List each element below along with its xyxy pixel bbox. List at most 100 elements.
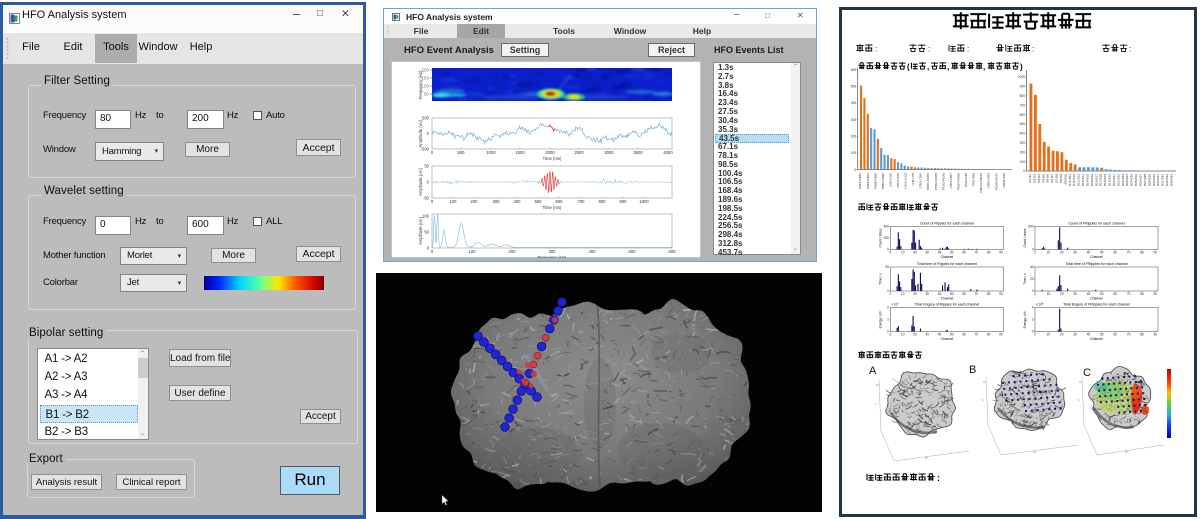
svg-text:30: 30 bbox=[1073, 251, 1077, 255]
svg-text:B21-B22: B21-B22 bbox=[1116, 174, 1120, 186]
svg-text:10: 10 bbox=[901, 292, 905, 296]
svg-text:500: 500 bbox=[458, 150, 466, 155]
svg-text:1000: 1000 bbox=[1018, 75, 1025, 79]
svg-text:P3B1-P3B2: P3B1-P3B2 bbox=[858, 173, 862, 189]
svg-text:B24-B25: B24-B25 bbox=[1130, 174, 1134, 186]
svg-text:10: 10 bbox=[901, 251, 905, 255]
svg-text:200: 200 bbox=[851, 135, 857, 139]
svg-text:700: 700 bbox=[1020, 103, 1026, 107]
svg-text:10: 10 bbox=[901, 333, 905, 337]
svg-text:300: 300 bbox=[1020, 141, 1026, 145]
svg-text:20: 20 bbox=[1060, 292, 1064, 296]
svg-text:B25-B26: B25-B26 bbox=[1134, 174, 1138, 186]
svg-text:10: 10 bbox=[1047, 251, 1051, 255]
svg-text:600: 600 bbox=[556, 199, 564, 204]
svg-text:PCA2-PCA3: PCA2-PCA3 bbox=[941, 173, 945, 190]
svg-text:0: 0 bbox=[1032, 289, 1034, 293]
svg-text:300: 300 bbox=[851, 118, 857, 122]
svg-text:40: 40 bbox=[1030, 265, 1034, 269]
svg-text:B3-B4: B3-B4 bbox=[1037, 174, 1041, 183]
svg-text:50: 50 bbox=[1125, 451, 1128, 454]
svg-text:B9-B10: B9-B10 bbox=[1063, 174, 1067, 185]
svg-text:B15-B16: B15-B16 bbox=[1090, 174, 1094, 186]
svg-text:50: 50 bbox=[1100, 292, 1104, 296]
svg-text:LH10-LH13: LH10-LH13 bbox=[904, 173, 908, 189]
svg-text:80: 80 bbox=[1140, 251, 1144, 255]
svg-text:50: 50 bbox=[1100, 251, 1104, 255]
svg-text:70: 70 bbox=[975, 333, 979, 337]
svg-text:300: 300 bbox=[549, 249, 557, 254]
svg-text:Frequency (Hz): Frequency (Hz) bbox=[538, 255, 567, 258]
svg-text:40: 40 bbox=[938, 251, 942, 255]
svg-text:20: 20 bbox=[1030, 277, 1034, 281]
svg-text:60: 60 bbox=[962, 251, 966, 255]
svg-text:P3B13-P3B14: P3B13-P3B14 bbox=[979, 173, 983, 193]
svg-text:70: 70 bbox=[1127, 292, 1131, 296]
svg-text:P5B1-P5B2: P5B1-P5B2 bbox=[881, 173, 885, 189]
svg-text:1000: 1000 bbox=[639, 199, 649, 204]
svg-text:LH5-LH10: LH5-LH10 bbox=[888, 173, 892, 187]
svg-text:Amplitude (uV): Amplitude (uV) bbox=[418, 217, 423, 245]
svg-text:50: 50 bbox=[424, 230, 429, 235]
svg-text:B33-B34: B33-B34 bbox=[1169, 174, 1173, 186]
svg-text:60: 60 bbox=[962, 333, 966, 337]
svg-text:600: 600 bbox=[669, 249, 677, 254]
svg-text:30: 30 bbox=[1073, 292, 1077, 296]
svg-text::: : bbox=[937, 473, 940, 483]
svg-text:0: 0 bbox=[887, 248, 889, 252]
svg-text:Time (ms): Time (ms) bbox=[543, 205, 562, 210]
svg-text:Count of FRipples for each cha: Count of FRipples for each channel bbox=[1068, 221, 1125, 225]
svg-text:0: 0 bbox=[1034, 333, 1036, 337]
svg-text:800: 800 bbox=[1020, 94, 1026, 98]
svg-text:80: 80 bbox=[1140, 333, 1144, 337]
svg-text:20: 20 bbox=[913, 251, 917, 255]
svg-text:2: 2 bbox=[1032, 318, 1034, 322]
svg-text:70: 70 bbox=[975, 251, 979, 255]
svg-text:400: 400 bbox=[884, 225, 890, 229]
svg-text:x 106: x 106 bbox=[1036, 302, 1044, 306]
svg-text:Time / s: Time / s bbox=[1023, 273, 1027, 285]
svg-text:2000: 2000 bbox=[545, 150, 555, 155]
svg-text:Frequency (Hz): Frequency (Hz) bbox=[418, 70, 423, 99]
svg-text:50: 50 bbox=[950, 292, 954, 296]
svg-text:70: 70 bbox=[1127, 333, 1131, 337]
svg-text:1000: 1000 bbox=[486, 150, 496, 155]
svg-text:800: 800 bbox=[599, 199, 607, 204]
svg-text:0: 0 bbox=[982, 399, 984, 402]
svg-text:B7-B8: B7-B8 bbox=[1055, 174, 1059, 183]
svg-text:2500: 2500 bbox=[574, 150, 584, 155]
svg-text:Total time of FRipples for eac: Total time of FRipples for each channel bbox=[1065, 262, 1127, 266]
svg-text:100: 100 bbox=[851, 151, 857, 155]
svg-text:Total Engery of Ripples for ea: Total Engery of Ripples for each channel bbox=[915, 302, 980, 306]
svg-text:B: B bbox=[969, 364, 976, 376]
svg-text:PCA8-PCA7: PCA8-PCA7 bbox=[994, 173, 998, 190]
svg-text:,: , bbox=[947, 63, 949, 72]
svg-text:B2-B3: B2-B3 bbox=[1032, 174, 1036, 183]
svg-text:100: 100 bbox=[422, 214, 430, 219]
svg-text:LTB3-LTB7: LTB3-LTB7 bbox=[949, 173, 953, 189]
svg-text:4000: 4000 bbox=[663, 150, 673, 155]
svg-text:2: 2 bbox=[887, 306, 889, 310]
svg-text:PCB2-PCB3: PCB2-PCB3 bbox=[934, 173, 938, 190]
svg-text:Channel: Channel bbox=[1090, 337, 1103, 341]
svg-text:20: 20 bbox=[1060, 251, 1064, 255]
svg-text:300: 300 bbox=[493, 199, 501, 204]
svg-text:90: 90 bbox=[1154, 251, 1158, 255]
svg-text:40: 40 bbox=[1087, 333, 1091, 337]
svg-text:200: 200 bbox=[471, 199, 479, 204]
svg-text:1500: 1500 bbox=[515, 150, 525, 155]
svg-text:500: 500 bbox=[422, 116, 430, 121]
svg-text:200: 200 bbox=[884, 236, 890, 240]
svg-text:B19-B20: B19-B20 bbox=[1108, 174, 1112, 186]
svg-text::: : bbox=[1032, 45, 1034, 54]
svg-text:0: 0 bbox=[875, 403, 877, 406]
svg-text:90: 90 bbox=[999, 292, 1003, 296]
svg-text:LTA14-TA3: LTA14-TA3 bbox=[896, 173, 900, 188]
svg-text:100: 100 bbox=[1020, 160, 1026, 164]
svg-text:PCB1-PCB4: PCB1-PCB4 bbox=[926, 173, 930, 190]
svg-text::: : bbox=[967, 45, 969, 54]
svg-text:P31D-P35: P31D-P35 bbox=[964, 173, 968, 188]
svg-text:B29-B30: B29-B30 bbox=[1152, 174, 1156, 186]
svg-text:60: 60 bbox=[962, 292, 966, 296]
svg-text:500: 500 bbox=[1020, 122, 1026, 126]
